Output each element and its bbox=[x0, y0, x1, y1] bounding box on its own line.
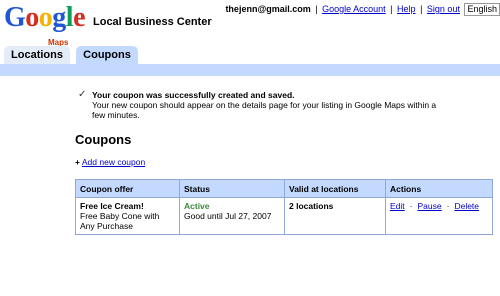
tab-underline-bar bbox=[0, 64, 500, 76]
table-header-row: Coupon offer Status Valid at locations A… bbox=[75, 179, 493, 198]
success-body: Your new coupon should appear on the det… bbox=[92, 100, 437, 120]
column-header-status: Status bbox=[179, 179, 285, 198]
column-header-valid-locations: Valid at locations bbox=[284, 179, 386, 198]
coupons-table: Coupon offer Status Valid at locations A… bbox=[75, 179, 493, 235]
tab-coupons[interactable]: Coupons bbox=[76, 46, 138, 64]
separator: | bbox=[420, 3, 423, 14]
user-bar: thejenn@gmail.com | Google Account | Hel… bbox=[225, 3, 500, 16]
locations-cell: 2 locations bbox=[284, 197, 386, 235]
success-title: Your coupon was successfully created and… bbox=[92, 90, 295, 100]
actions-cell: Edit · Pause · Delete bbox=[385, 197, 493, 235]
sign-out-link[interactable]: Sign out bbox=[427, 4, 460, 14]
product-name: Local Business Center bbox=[93, 16, 212, 28]
coupon-offer-cell: Free Ice Cream! Free Baby Cone with Any … bbox=[75, 197, 180, 235]
tab-locations[interactable]: Locations bbox=[4, 46, 70, 64]
locations-count: 2 locations bbox=[289, 201, 334, 211]
add-new-coupon-link[interactable]: Add new coupon bbox=[82, 157, 145, 167]
edit-link[interactable]: Edit bbox=[390, 201, 405, 211]
offer-description: Free Baby Cone with Any Purchase bbox=[80, 211, 160, 231]
status-detail: Good until Jul 27, 2007 bbox=[184, 211, 272, 221]
google-account-link[interactable]: Google Account bbox=[322, 4, 386, 14]
status-cell: Active Good until Jul 27, 2007 bbox=[179, 197, 285, 235]
add-coupon: + Add new coupon bbox=[75, 157, 145, 167]
separator: | bbox=[390, 3, 393, 14]
success-message: ✓ Your coupon was successfully created a… bbox=[78, 89, 438, 121]
separator: · bbox=[446, 201, 450, 211]
separator: | bbox=[315, 3, 318, 14]
column-header-actions: Actions bbox=[385, 179, 493, 198]
checkmark-icon: ✓ bbox=[78, 89, 87, 100]
separator: · bbox=[409, 201, 413, 211]
google-maps-logo[interactable]: Google Maps bbox=[4, 4, 88, 48]
offer-title: Free Ice Cream! bbox=[80, 201, 144, 211]
language-select[interactable]: English bbox=[464, 3, 500, 16]
tab-bar: Locations Coupons bbox=[0, 46, 500, 64]
help-link[interactable]: Help bbox=[397, 4, 416, 14]
table-row: Free Ice Cream! Free Baby Cone with Any … bbox=[75, 197, 493, 235]
plus-icon: + bbox=[75, 157, 80, 167]
column-header-coupon-offer: Coupon offer bbox=[75, 179, 180, 198]
user-email: thejenn@gmail.com bbox=[225, 3, 311, 14]
status-badge: Active bbox=[184, 201, 210, 211]
section-title: Coupons bbox=[75, 132, 132, 147]
delete-link[interactable]: Delete bbox=[454, 201, 479, 211]
pause-link[interactable]: Pause bbox=[418, 201, 442, 211]
